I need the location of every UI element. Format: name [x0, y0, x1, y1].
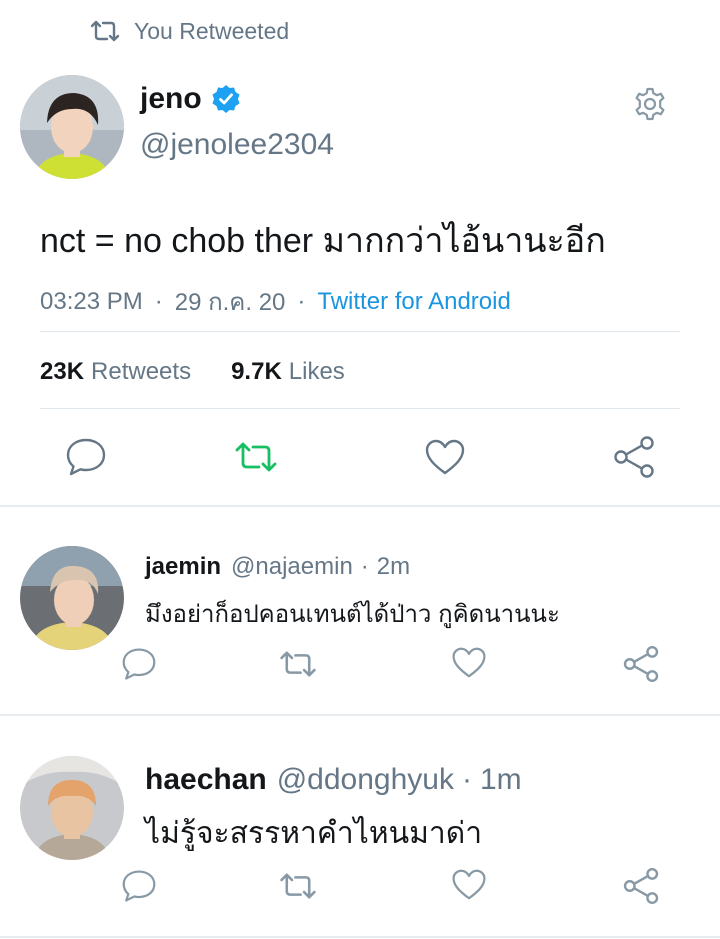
like-button[interactable]	[445, 638, 493, 686]
retweet-icon	[234, 439, 278, 475]
heart-icon	[451, 646, 487, 679]
section-separator	[0, 936, 720, 938]
like-button[interactable]	[421, 433, 469, 481]
tweet-stats: 23K Retweets 9.7K Likes	[40, 358, 385, 386]
retweets-stat[interactable]: 23K Retweets	[40, 358, 191, 386]
likes-stat[interactable]: 9.7K Likes	[231, 358, 345, 386]
heart-icon	[424, 438, 466, 476]
retweet-icon	[279, 870, 317, 902]
avatar[interactable]	[20, 546, 124, 650]
share-icon	[622, 867, 660, 905]
likes-count: 9.7K	[231, 358, 282, 385]
reply-button[interactable]	[115, 862, 163, 910]
reply-icon	[65, 437, 107, 477]
meta-separator: ·	[297, 287, 306, 315]
reply-time: 2m	[376, 553, 411, 580]
divider	[40, 408, 680, 409]
tweet-time: 03:23 PM	[40, 287, 143, 315]
author-handle[interactable]: @jenolee2304	[140, 128, 334, 162]
reply-button[interactable]	[62, 433, 110, 481]
reply-button[interactable]	[115, 640, 163, 688]
tweet-date: 29 ก.ค. 20	[174, 289, 286, 316]
like-button[interactable]	[445, 860, 493, 908]
retweets-label: Retweets	[91, 358, 192, 385]
gear-icon[interactable]	[632, 86, 668, 122]
author-name-row[interactable]: jeno	[140, 82, 241, 116]
reply-header: jaemin @najaemin · 2m	[145, 553, 410, 581]
verified-badge-icon	[211, 84, 241, 114]
likes-label: Likes	[288, 358, 345, 385]
reply-icon	[121, 869, 157, 903]
reply-icon	[121, 647, 157, 681]
avatar[interactable]	[20, 75, 124, 179]
share-button[interactable]	[617, 862, 665, 910]
retweet-button[interactable]	[274, 640, 322, 688]
tweet-source-link[interactable]: Twitter for Android	[317, 288, 510, 316]
reply-time: 1m	[479, 763, 522, 796]
share-button[interactable]	[610, 433, 658, 481]
retweet-button[interactable]	[274, 862, 322, 910]
retweet-icon	[90, 18, 120, 44]
tweet-meta: 03:23 PM · 29 ก.ค. 20 · Twitter for Andr…	[40, 282, 511, 321]
heart-icon	[451, 868, 487, 901]
retweet-button[interactable]	[232, 433, 280, 481]
retweet-banner-text: You Retweeted	[134, 17, 290, 44]
reply-text: ไม่รู้จะสรรหาคำไหนมาด่า	[145, 817, 483, 850]
share-button[interactable]	[617, 640, 665, 688]
share-icon	[622, 645, 660, 683]
section-separator	[0, 714, 720, 716]
retweets-count: 23K	[40, 358, 85, 385]
display-name[interactable]: jeno	[140, 82, 202, 116]
reply-separator: ·	[360, 553, 369, 580]
reply-display-name[interactable]: jaemin	[145, 553, 221, 581]
avatar[interactable]	[20, 756, 124, 860]
reply-display-name[interactable]: haechan	[145, 763, 267, 797]
reply-handle[interactable]: @najaemin	[231, 553, 353, 581]
tweet-text: nct = no chob ther มากกว่าไอ้นานะอีก	[40, 222, 606, 260]
reply-handle[interactable]: @ddonghyuk	[277, 763, 454, 797]
reply-separator: ·	[461, 763, 472, 796]
reply-text: มึงอย่าก็อปคอนเทนต์ได้ป่าว กูคิดนานนะ	[145, 601, 560, 628]
section-separator	[0, 505, 720, 507]
share-icon	[612, 435, 656, 479]
meta-separator: ·	[154, 287, 163, 315]
retweet-icon	[279, 648, 317, 680]
retweet-banner: You Retweeted	[90, 16, 289, 46]
divider	[40, 331, 680, 332]
reply-header: haechan @ddonghyuk · 1m	[145, 763, 522, 797]
